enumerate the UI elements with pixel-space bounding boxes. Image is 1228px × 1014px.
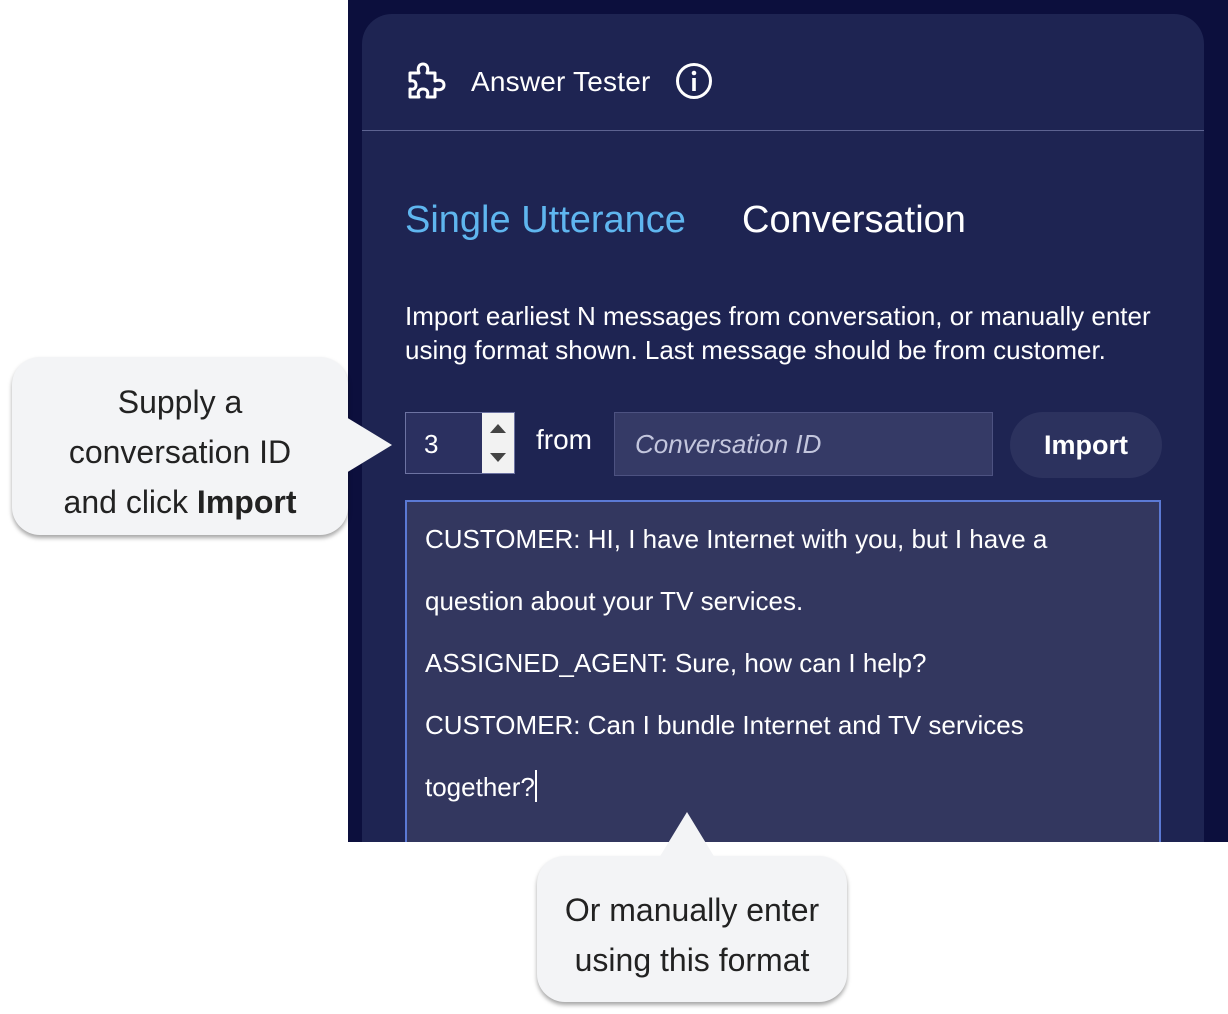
from-label: from <box>536 424 592 455</box>
message-line-last: together? <box>425 756 1141 818</box>
info-icon[interactable] <box>675 62 713 100</box>
callout-bold-text: Import <box>196 484 297 520</box>
import-button[interactable]: Import <box>1010 412 1162 478</box>
stepper-controls <box>482 413 514 473</box>
callout-format-hint: Or manually enter using this format <box>537 812 847 1002</box>
message-line: question about your TV services. <box>425 586 804 616</box>
conversation-id-input[interactable] <box>614 412 993 476</box>
stepper-up-icon[interactable] <box>482 413 514 443</box>
app-title: Answer Tester <box>471 66 651 97</box>
message-line: ASSIGNED_AGENT: Sure, how can I help? <box>425 648 927 678</box>
callout-line: Or manually enter <box>564 892 820 928</box>
message-line-text: together? <box>425 772 535 802</box>
conversation-textarea[interactable]: CUSTOMER: HI, I have Internet with you, … <box>405 500 1161 842</box>
text-caret <box>534 770 537 802</box>
callout-line: and click Import <box>12 477 348 527</box>
message-line: CUSTOMER: HI, I have Internet with you, … <box>425 524 1048 554</box>
callout-text: and click <box>63 484 197 520</box>
answer-tester-panel: Answer Tester Single Utterance Conversat… <box>362 14 1204 842</box>
callout-line: conversation ID <box>68 434 292 470</box>
message-count-stepper[interactable]: 3 <box>405 412 515 474</box>
message-count-value[interactable]: 3 <box>424 429 438 460</box>
callout-arrow <box>659 812 715 858</box>
callout-import-hint: Supply a conversation ID and click Impor… <box>12 357 392 535</box>
callout-arrow <box>346 417 392 473</box>
callout-line: Supply a <box>117 384 243 420</box>
stepper-down-icon[interactable] <box>482 443 514 473</box>
panel-header: Answer Tester <box>362 14 1204 131</box>
message-line: CUSTOMER: Can I bundle Internet and TV s… <box>425 710 1024 740</box>
puzzle-piece-icon <box>408 62 446 99</box>
tab-conversation[interactable]: Conversation <box>742 198 966 242</box>
instructions-text: Import earliest N messages from conversa… <box>405 301 1151 365</box>
callout-line: using this format <box>574 942 810 978</box>
tab-single-utterance[interactable]: Single Utterance <box>405 198 686 242</box>
